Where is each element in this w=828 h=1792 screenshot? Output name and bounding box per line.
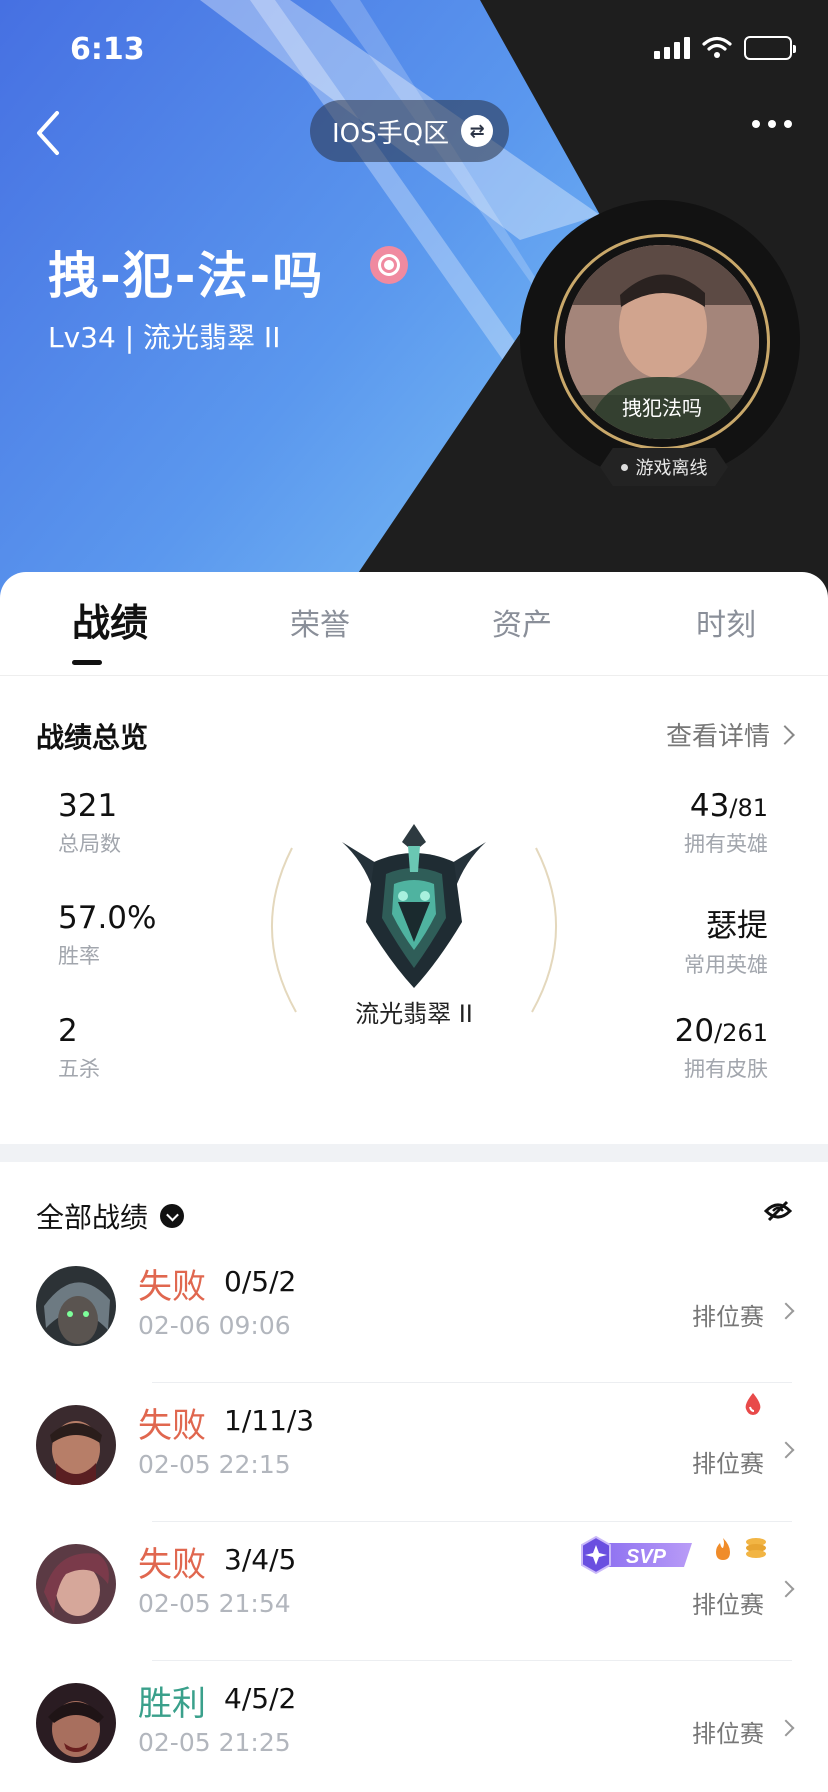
chevron-right-icon <box>775 724 795 745</box>
match-kda: 4/5/2 <box>224 1682 297 1715</box>
hero-avatar <box>36 1683 116 1763</box>
tab-moments[interactable]: 时刻 <box>696 600 756 644</box>
match-filter-label: 全部战绩 <box>36 1201 149 1234</box>
match-result: 失败 <box>138 1545 206 1585</box>
match-time: 02-06 09:06 <box>138 1311 291 1340</box>
hero-avatar <box>36 1266 116 1346</box>
chevron-right-icon <box>777 1719 795 1737</box>
tab-bar: 战绩 荣誉 资产 时刻 <box>0 572 828 676</box>
avatar-area[interactable]: 拽犯法吗 游戏离线 <box>522 222 794 494</box>
wifi-icon <box>702 36 732 58</box>
status-bar: 6:13 <box>0 30 828 70</box>
online-status-badge: 游戏离线 <box>600 448 728 486</box>
match-time: 02-05 22:15 <box>138 1450 291 1479</box>
profile-header: 6:13 IOS手Q区 ⇄ 拽-犯-法-吗 Lv34 | 流光翡翠 II 拽犯法… <box>0 0 828 600</box>
hero-portrait-image <box>36 1544 116 1624</box>
hero-avatar <box>36 1544 116 1624</box>
view-details-link[interactable]: 查看详情 <box>665 716 795 753</box>
status-icons <box>654 36 796 60</box>
match-row[interactable]: 胜利 4/5/2 02-05 21:25 排位赛 <box>0 1662 828 1792</box>
svp-badge-label: SVP <box>626 1546 667 1568</box>
stat-label: 五杀 <box>58 1057 100 1081</box>
section-divider <box>0 1144 828 1162</box>
match-kda: 3/4/5 <box>224 1543 297 1576</box>
avatar: 拽犯法吗 <box>565 245 759 439</box>
stat-total: /81 <box>729 794 768 822</box>
search-badge-icon[interactable] <box>370 246 408 284</box>
server-name: IOS手Q区 <box>332 118 450 149</box>
chevron-down-icon <box>160 1204 185 1228</box>
match-mode: 排位赛 <box>692 1591 764 1619</box>
status-dot <box>620 463 628 471</box>
match-row[interactable]: 失败 1/11/3 02-05 22:15 排位赛 <box>0 1384 828 1522</box>
hero-avatar <box>36 1405 116 1485</box>
view-details-label: 查看详情 <box>665 722 770 752</box>
hero-portrait-image <box>36 1683 116 1763</box>
signal-icon <box>654 37 690 59</box>
swap-icon: ⇄ <box>461 115 494 147</box>
online-status-text: 游戏离线 <box>635 458 708 479</box>
flame-icon <box>716 1538 730 1560</box>
match-mode: 排位赛 <box>692 1450 764 1478</box>
match-kda: 1/11/3 <box>224 1404 315 1437</box>
hero-portrait-image <box>36 1266 116 1346</box>
battery-icon <box>744 36 796 60</box>
tab-assets[interactable]: 资产 <box>492 600 552 644</box>
chevron-right-icon <box>777 1580 795 1598</box>
match-kda: 0/5/2 <box>224 1265 297 1298</box>
emerald-rank-emblem-icon <box>342 824 486 988</box>
match-row[interactable]: 失败 3/4/5 02-05 21:54 SVP 排位赛 <box>0 1523 828 1661</box>
match-result: 失败 <box>138 1406 206 1446</box>
stat-value: 43 <box>689 788 730 824</box>
match-time: 02-05 21:54 <box>138 1589 291 1618</box>
server-switch-button[interactable]: IOS手Q区 ⇄ <box>310 100 510 162</box>
back-button[interactable] <box>28 108 68 158</box>
tab-honor[interactable]: 荣誉 <box>290 600 350 644</box>
blood-drop-icon <box>745 1393 761 1415</box>
match-filter-dropdown[interactable]: 全部战绩 <box>36 1196 185 1236</box>
more-options-button[interactable] <box>752 120 792 128</box>
row-divider <box>152 1382 792 1383</box>
status-time: 6:13 <box>70 32 145 67</box>
chevron-right-icon <box>777 1441 795 1459</box>
row-divider <box>152 1660 792 1661</box>
match-mode: 排位赛 <box>692 1720 764 1748</box>
eye-hidden-icon[interactable] <box>764 1200 792 1222</box>
row-divider <box>152 1521 792 1522</box>
tab-record[interactable]: 战绩 <box>72 592 148 647</box>
rank-name: 流光翡翠 II <box>355 1000 473 1028</box>
match-result: 胜利 <box>138 1684 206 1724</box>
hero-portrait-image <box>36 1405 116 1485</box>
stat-value: 321 <box>58 788 118 824</box>
tab-indicator <box>72 660 102 665</box>
chevron-right-icon <box>777 1302 795 1320</box>
avatar-frame: 拽犯法吗 <box>554 234 770 450</box>
match-mode: 排位赛 <box>692 1303 764 1331</box>
stat-label: 拥有皮肤 <box>684 1057 768 1081</box>
match-row[interactable]: 失败 0/5/2 02-06 09:06 排位赛 <box>0 1245 828 1383</box>
svp-badge: SVP <box>581 1535 692 1575</box>
player-name: 拽-犯-法-吗 <box>48 247 325 305</box>
match-time: 02-05 21:25 <box>138 1728 291 1757</box>
match-result: 失败 <box>138 1267 206 1307</box>
overview-title: 战绩总览 <box>36 721 149 754</box>
avatar-caption: 拽犯法吗 <box>622 396 702 420</box>
back-arrow-icon <box>37 111 59 155</box>
player-level: Lv34 | 流光翡翠 II <box>48 321 281 354</box>
coins-icon <box>746 1538 766 1558</box>
